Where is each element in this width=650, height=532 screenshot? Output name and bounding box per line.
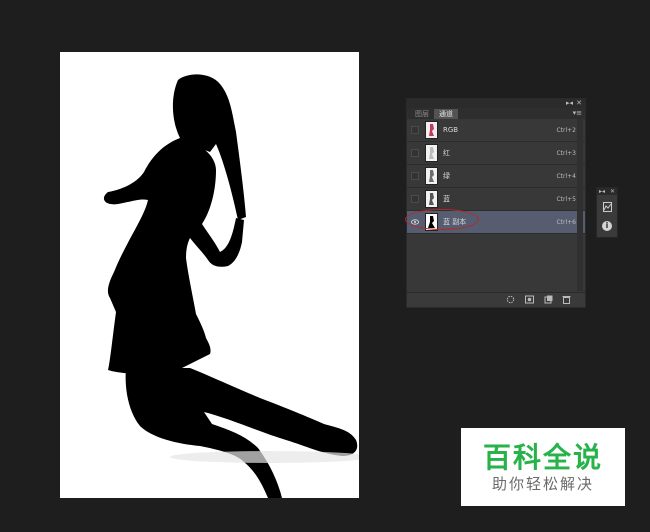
panel-title-bar[interactable]: ▸◂ ✕ — [407, 99, 585, 108]
visibility-toggle[interactable] — [411, 149, 419, 157]
mini-panel-title-bar[interactable]: ▸◂ ✕ — [597, 188, 617, 195]
visibility-toggle[interactable] — [411, 172, 419, 180]
channel-thumbnail — [425, 167, 438, 185]
delete-channel-icon[interactable] — [562, 295, 571, 304]
close-icon[interactable]: ✕ — [576, 99, 582, 108]
channel-shortcut: Ctrl+3 — [556, 149, 576, 157]
channel-thumbnail — [425, 121, 438, 139]
load-selection-icon[interactable] — [506, 295, 515, 304]
silhouette-image — [103, 74, 359, 498]
collapse-icon[interactable]: ▸◂ — [599, 188, 605, 195]
watermark-subtitle: 助你轻松解决 — [491, 475, 594, 493]
save-selection-icon[interactable] — [525, 295, 534, 304]
close-icon[interactable]: ✕ — [610, 188, 615, 195]
channel-label: 红 — [443, 149, 450, 157]
channel-thumbnail — [425, 190, 438, 208]
channel-row-green[interactable]: 绿 Ctrl+4 — [407, 165, 585, 188]
watermark: 百科全说 助你轻松解决 — [461, 428, 625, 506]
tab-channels[interactable]: 通道 — [434, 109, 458, 119]
watermark-title: 百科全说 — [482, 441, 603, 474]
channel-label: 绿 — [443, 172, 450, 180]
panel-menu-icon[interactable]: ▾≡ — [573, 109, 582, 117]
channel-row-rgb[interactable]: RGB Ctrl+2 — [407, 119, 585, 142]
channel-row-red[interactable]: 红 Ctrl+3 — [407, 142, 585, 165]
panel-bottom-toolbar — [407, 292, 585, 307]
collapse-icon[interactable]: ▸◂ — [566, 99, 573, 108]
channel-row-blue[interactable]: 蓝 Ctrl+5 — [407, 188, 585, 211]
channel-thumbnail — [425, 144, 438, 162]
new-channel-icon[interactable] — [544, 295, 553, 304]
channel-label: 蓝 — [443, 195, 450, 203]
histogram-icon[interactable] — [603, 202, 612, 212]
visibility-toggle[interactable] — [411, 195, 419, 203]
visibility-toggle[interactable] — [411, 126, 419, 134]
channel-shortcut: Ctrl+5 — [556, 195, 576, 203]
channels-panel: ▸◂ ✕ 图层 通道 ▾≡ RGB Ctrl+2 红 Ctrl+3 绿 Ctrl… — [406, 98, 586, 308]
document-canvas[interactable] — [60, 52, 359, 498]
panel-tabs: 图层 通道 ▾≡ — [407, 108, 585, 119]
collapsed-panel-dock: ▸◂ ✕ i — [596, 187, 618, 238]
highlight-ellipse — [405, 209, 479, 230]
info-icon[interactable]: i — [602, 221, 612, 231]
channel-shortcut: Ctrl+4 — [556, 172, 576, 180]
channel-shortcut: Ctrl+2 — [556, 126, 576, 134]
channel-shortcut: Ctrl+6 — [556, 218, 576, 226]
panel-scrollbar[interactable] — [577, 119, 583, 291]
tab-layers[interactable]: 图层 — [410, 109, 434, 119]
channel-label: RGB — [443, 126, 459, 134]
